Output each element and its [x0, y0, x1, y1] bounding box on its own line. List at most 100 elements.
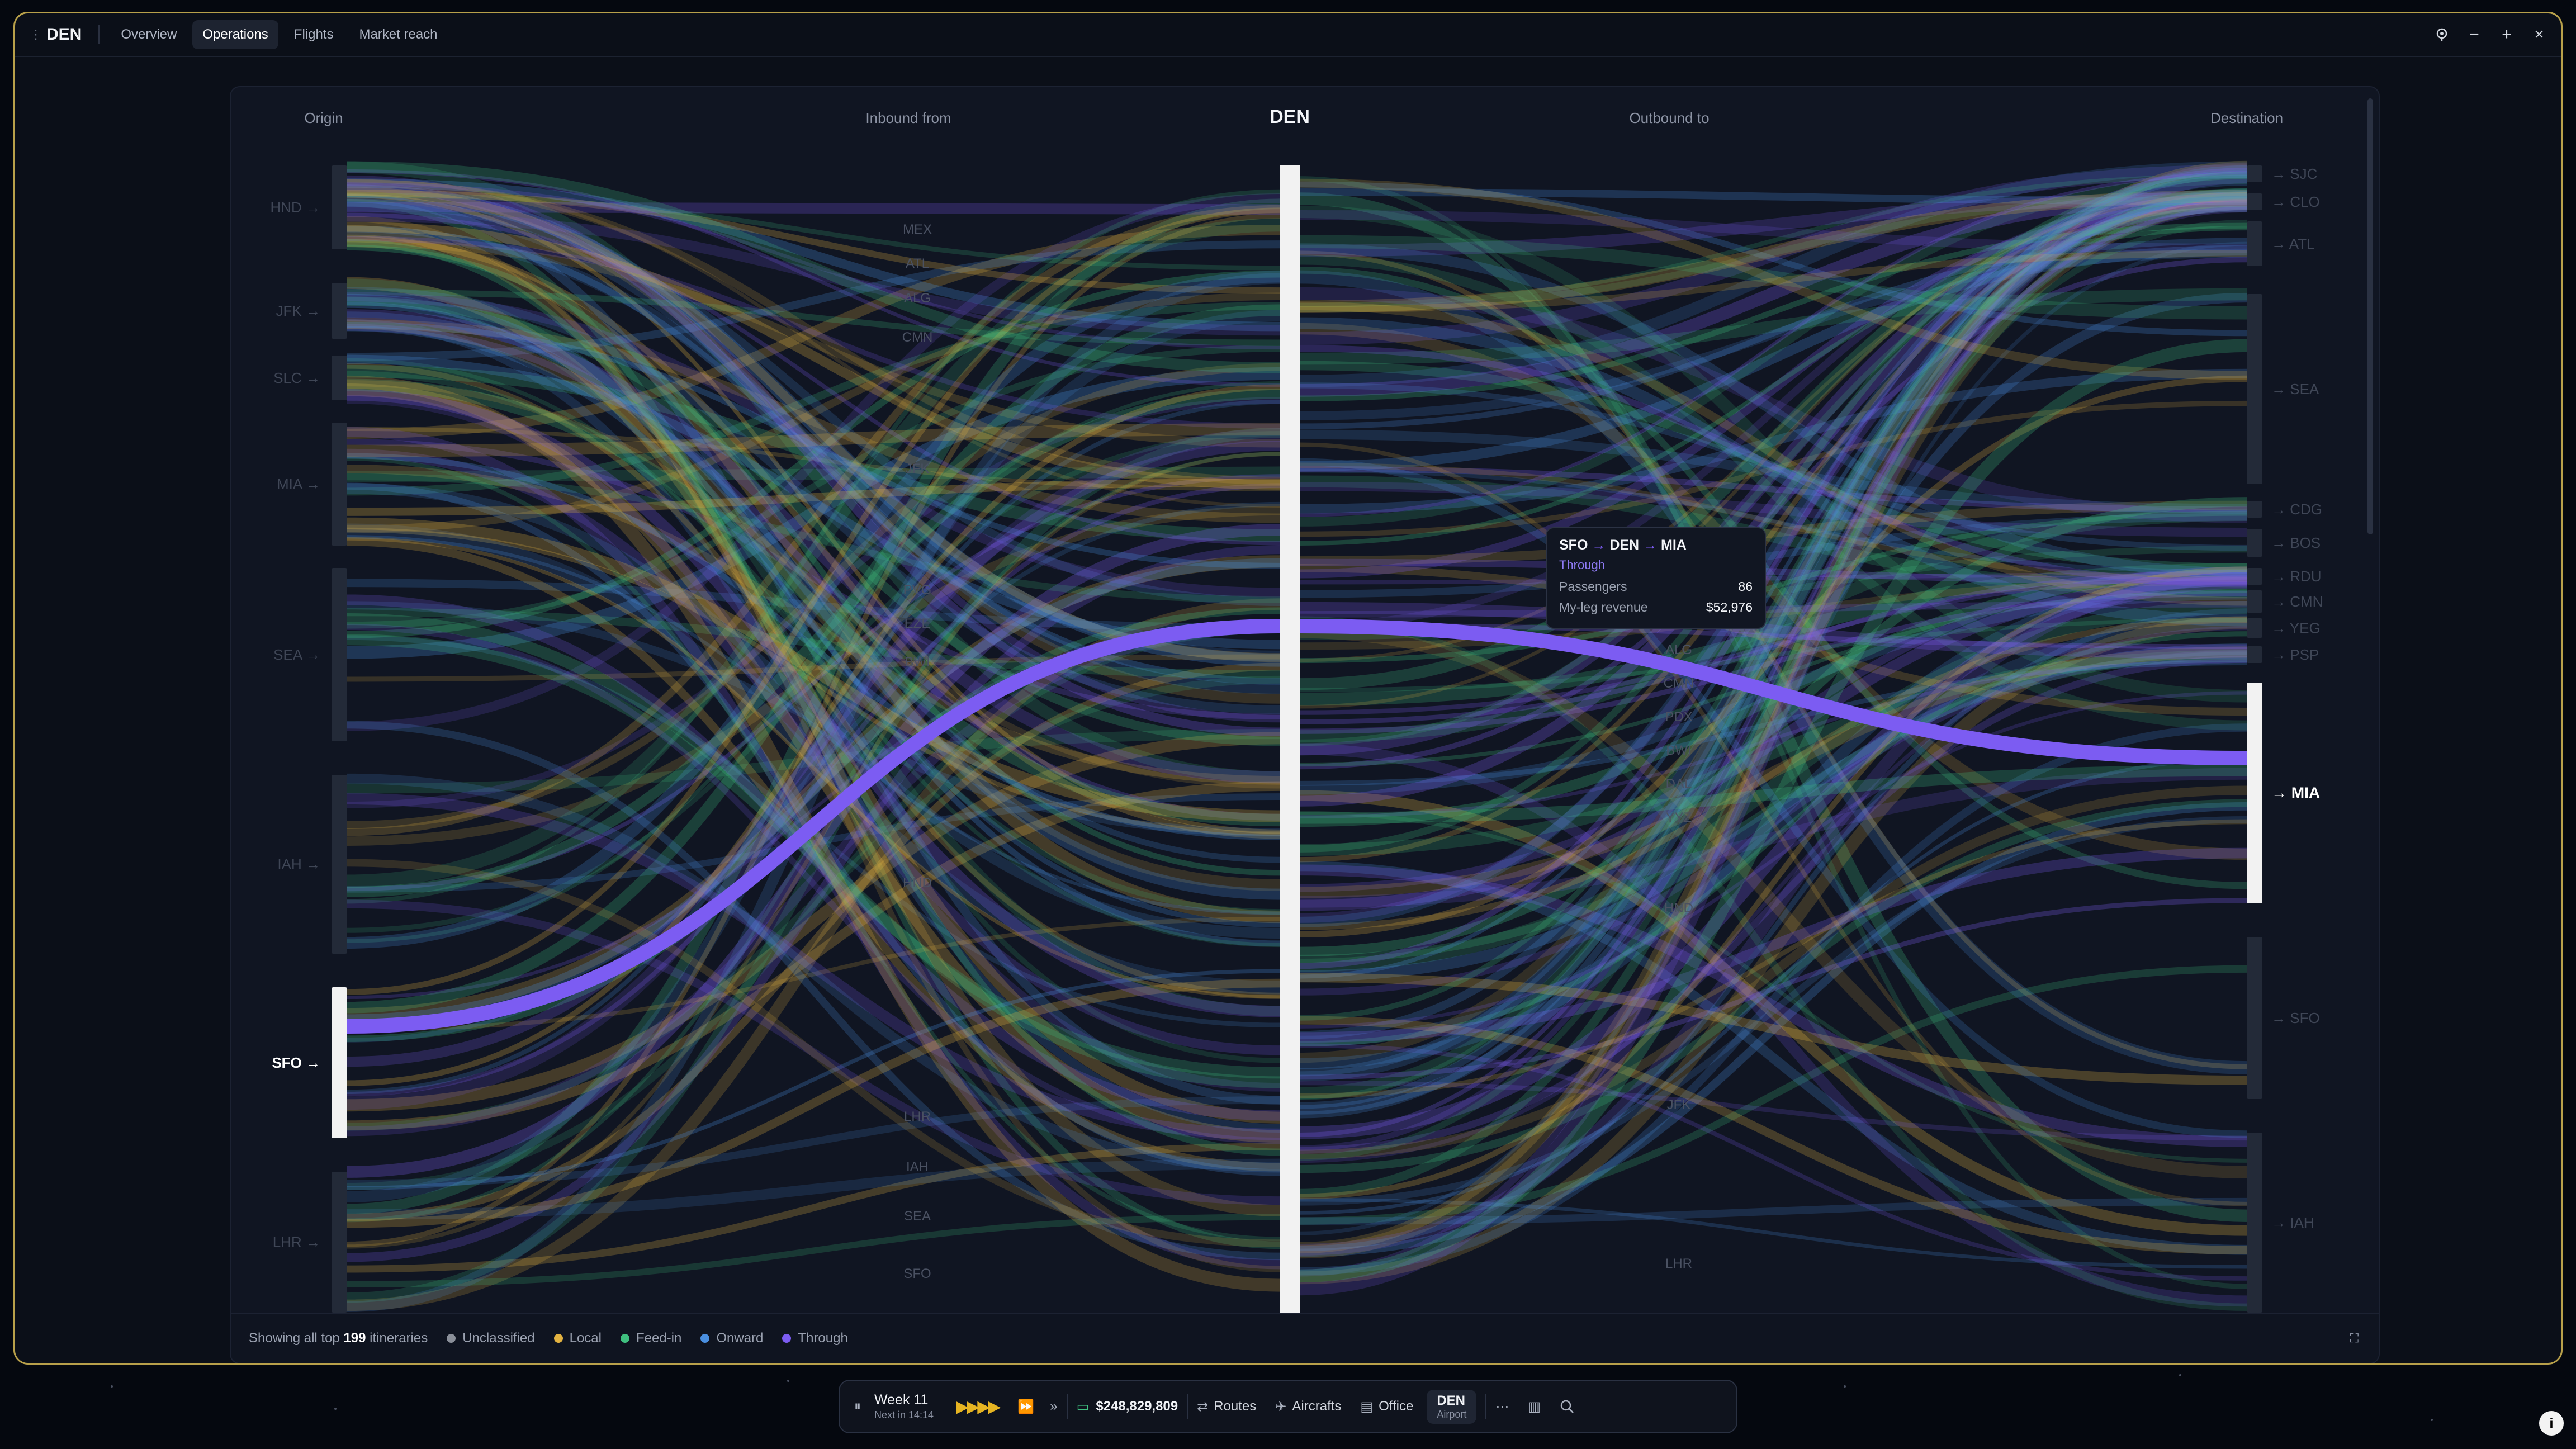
destination-label: → SFO	[2271, 1010, 2320, 1026]
destination-label: → MIA	[2271, 784, 2320, 802]
tab-flights[interactable]: Flights	[284, 20, 344, 49]
legend-local[interactable]: Local	[553, 1330, 602, 1346]
origin-node[interactable]	[332, 775, 347, 954]
cash-amount: $248,829,809	[1096, 1399, 1178, 1414]
destination-node[interactable]	[2247, 529, 2262, 557]
tooltip-route: SFO → DEN → MIA	[1559, 537, 1687, 553]
pin-icon[interactable]	[2433, 26, 2450, 43]
origin-node[interactable]	[332, 1172, 347, 1313]
next-tick-label: Next in 14:14	[874, 1409, 934, 1420]
tab-overview[interactable]: Overview	[111, 20, 187, 49]
outbound-label: PDX	[1665, 709, 1692, 724]
origin-label: SFO →	[272, 1054, 320, 1071]
routes-icon: ⇄	[1197, 1399, 1209, 1414]
drag-handle-icon[interactable]: ⋮	[30, 29, 42, 41]
airport-code: DEN	[1437, 1393, 1466, 1408]
window-controls: − + ×	[2433, 13, 2547, 56]
airport-label: Airport	[1437, 1408, 1467, 1420]
close-icon[interactable]: ×	[2531, 25, 2547, 44]
aircrafts-button[interactable]: ✈ Aircrafts	[1275, 1399, 1341, 1415]
fast-forward-icon[interactable]: ⏩	[1017, 1399, 1034, 1415]
title-divider	[98, 25, 100, 44]
legend-unclassified[interactable]: Unclassified	[447, 1330, 535, 1346]
week-indicator: Week 11 Next in 14:14	[874, 1392, 934, 1421]
title-bar[interactable]: ⋮ DEN Overview Operations Flights Market…	[15, 13, 2561, 57]
skip-icon[interactable]: »	[1050, 1399, 1057, 1414]
scrollbar[interactable]	[2367, 98, 2373, 534]
origin-label: MIA →	[277, 476, 320, 493]
outbound-label: LHR	[1665, 1256, 1692, 1271]
search-icon[interactable]	[1560, 1399, 1574, 1414]
more-icon[interactable]: ⋯	[1495, 1399, 1509, 1415]
destination-label: → IAH	[2271, 1214, 2314, 1231]
destination-node[interactable]	[2247, 165, 2262, 182]
legend-onward[interactable]: Onward	[700, 1330, 763, 1346]
inbound-label: CMN	[902, 330, 933, 345]
outbound-label: BWI	[1666, 743, 1691, 758]
origin-node[interactable]	[332, 283, 347, 339]
pause-icon[interactable]: ⏸	[854, 1399, 861, 1414]
destination-node[interactable]	[2247, 683, 2262, 903]
legend-feed-in[interactable]: Feed-in	[620, 1330, 681, 1346]
dock-divider	[1066, 1394, 1068, 1419]
cash-icon: ▭	[1076, 1399, 1090, 1414]
airport-button[interactable]: DEN Airport	[1427, 1389, 1477, 1424]
routes-button[interactable]: ⇄ Routes	[1197, 1399, 1256, 1415]
inbound-label: PVG	[903, 583, 932, 598]
hub-node[interactable]	[1280, 165, 1300, 1313]
info-badge-icon[interactable]: i	[2539, 1411, 2564, 1436]
itinerary-flow-panel: Origin Inbound from DEN Outbound to Dest…	[230, 86, 2380, 1363]
itinerary-sankey[interactable]: HND → JFK → SLC → MIA → SEA → IAH → SFO → LHR →…	[231, 87, 2379, 1313]
origin-node[interactable]	[332, 165, 347, 249]
outbound-label: YYZ	[1666, 810, 1692, 825]
fullscreen-icon[interactable]: ⛶	[2350, 1331, 2359, 1346]
inbound-label: ATL	[906, 256, 929, 271]
office-button[interactable]: ▤ Office	[1360, 1399, 1413, 1415]
outbound-label: JFK	[1667, 1097, 1691, 1112]
inbound-label: IAH	[906, 1159, 929, 1175]
inbound-label: HND	[903, 875, 932, 891]
map-icon[interactable]: ▥	[1528, 1399, 1541, 1415]
destination-node[interactable]	[2247, 221, 2262, 266]
destination-label: → CLO	[2271, 193, 2320, 210]
origin-node[interactable]	[332, 356, 347, 400]
destination-label: → BOS	[2271, 534, 2321, 551]
inbound-label: LHR	[904, 1109, 931, 1124]
outbound-label: DAL	[1666, 776, 1692, 792]
bottom-dock: ⏸ Week 11 Next in 14:14 ▶▶▶▶ ⏩ » ▭ $248,…	[839, 1380, 1737, 1433]
origin-node[interactable]	[332, 423, 347, 546]
maximize-icon[interactable]: +	[2498, 25, 2515, 44]
destination-node[interactable]	[2247, 590, 2262, 613]
aircrafts-label: Aircrafts	[1292, 1399, 1342, 1414]
origin-node[interactable]	[332, 568, 347, 741]
outbound-label: ALG	[1665, 642, 1692, 657]
tooltip-passengers-row: Passengers 86	[1559, 579, 1753, 594]
destination-node[interactable]	[2247, 937, 2262, 1099]
origin-label: SLC →	[273, 370, 320, 386]
destination-label: → RDU	[2271, 568, 2322, 585]
destination-node[interactable]	[2247, 618, 2262, 638]
legend-through[interactable]: Through	[782, 1330, 848, 1346]
destination-label: → SJC	[2271, 165, 2317, 182]
speed-indicator-icon[interactable]: ▶▶▶▶	[956, 1397, 1001, 1417]
destination-label: → CMN	[2271, 593, 2323, 610]
destination-label: → YEG	[2271, 620, 2321, 637]
inbound-label: EZE	[905, 616, 931, 631]
cash-display[interactable]: ▭ $248,829,809	[1077, 1399, 1178, 1415]
destination-node[interactable]	[2247, 646, 2262, 663]
tooltip-revenue-row: My-leg revenue $52,976	[1559, 600, 1753, 614]
destination-node[interactable]	[2247, 294, 2262, 484]
minimize-icon[interactable]: −	[2466, 25, 2483, 44]
origin-node[interactable]	[332, 987, 347, 1138]
aircraft-icon: ✈	[1275, 1399, 1287, 1414]
outbound-label: HND	[1664, 901, 1693, 916]
dock-divider	[1187, 1394, 1188, 1419]
destination-node[interactable]	[2247, 1133, 2262, 1313]
inbound-label: JFK	[906, 461, 930, 476]
itinerary-count-text: Showing all top 199 itineraries	[249, 1330, 428, 1346]
destination-node[interactable]	[2247, 193, 2262, 210]
destination-node[interactable]	[2247, 568, 2262, 585]
tab-market-reach[interactable]: Market reach	[349, 20, 447, 49]
tab-operations[interactable]: Operations	[192, 20, 278, 49]
destination-node[interactable]	[2247, 501, 2262, 518]
